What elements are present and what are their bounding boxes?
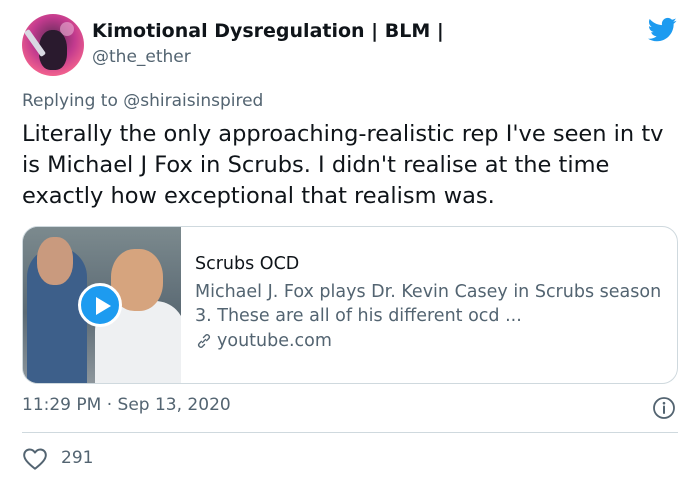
user-handle[interactable]: @the_ether xyxy=(92,47,191,67)
reply-mention-link[interactable]: @shiraisinspired xyxy=(123,91,263,111)
link-card[interactable]: Scrubs OCD Michael J. Fox plays Dr. Kevi… xyxy=(22,226,678,384)
heart-icon[interactable] xyxy=(22,447,48,471)
card-description: Michael J. Fox plays Dr. Kevin Casey in … xyxy=(195,282,662,326)
reply-context: Replying to @shiraisinspired xyxy=(22,91,263,111)
play-icon xyxy=(96,297,111,315)
display-name[interactable]: Kimotional Dysregulation | BLM | xyxy=(92,20,444,42)
tweet-time: 11:29 PM xyxy=(22,395,102,415)
tweet-text: Literally the only approaching-realistic… xyxy=(22,121,664,209)
like-count: 291 xyxy=(61,448,94,468)
thumbnail-head-left xyxy=(37,237,73,285)
link-icon xyxy=(198,334,210,348)
divider xyxy=(22,432,678,433)
info-icon[interactable] xyxy=(652,396,676,420)
card-domain-text: youtube.com xyxy=(217,331,332,351)
avatar[interactable] xyxy=(22,14,84,76)
play-button[interactable] xyxy=(78,283,122,327)
twitter-bird-icon[interactable] xyxy=(645,15,679,45)
timestamp-separator: · xyxy=(106,395,113,415)
tweet-timestamp[interactable]: 11:29 PM · Sep 13, 2020 xyxy=(22,395,231,415)
video-thumbnail[interactable] xyxy=(23,227,181,383)
reply-prefix: Replying to xyxy=(22,91,118,111)
card-domain[interactable]: youtube.com xyxy=(195,331,332,351)
card-title[interactable]: Scrubs OCD xyxy=(195,254,299,274)
tweet-date: Sep 13, 2020 xyxy=(117,395,231,415)
